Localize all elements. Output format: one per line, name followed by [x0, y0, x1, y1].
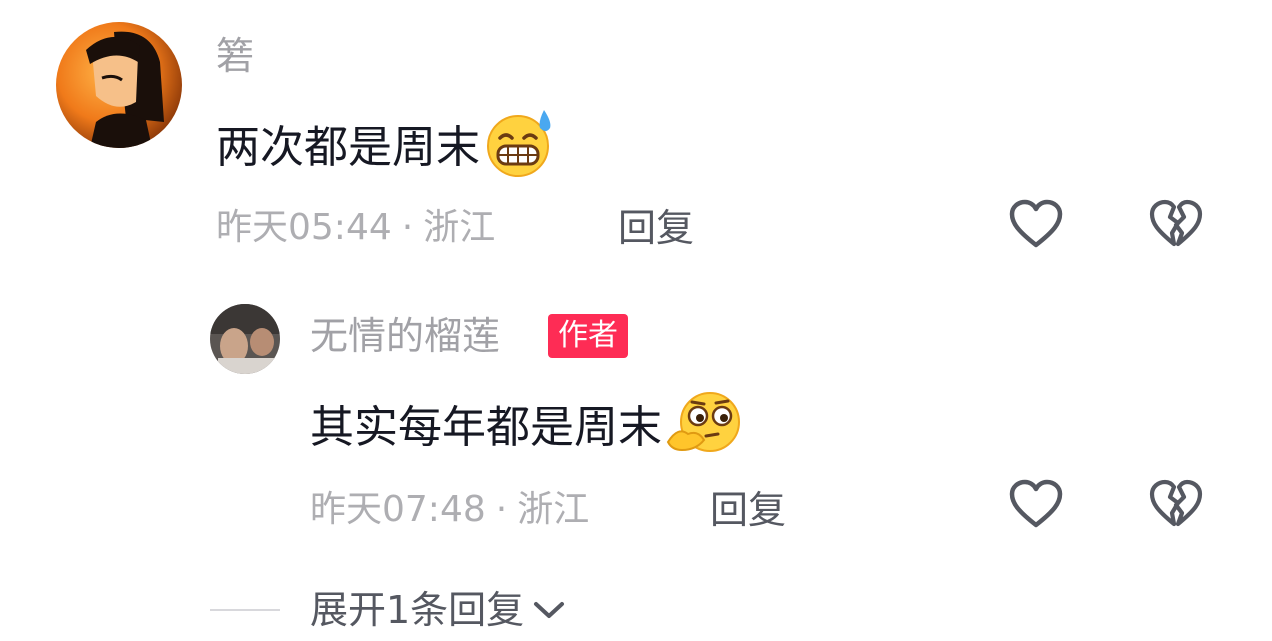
reply-text: 其实每年都是周末 [310, 402, 662, 453]
reply-username[interactable]: 无情的榴莲 [310, 314, 500, 358]
chevron-down-icon [532, 599, 566, 621]
heart-outline-icon [1008, 479, 1064, 533]
reply-time: 昨天07:48 [310, 489, 486, 530]
reply-avatar[interactable] [210, 304, 280, 374]
divider-line [210, 609, 280, 611]
comment-meta: 昨天05:44 · 浙江 [216, 206, 495, 250]
comment-text: 两次都是周末 [216, 122, 480, 173]
thinking-emoji [664, 390, 746, 470]
author-badge: 作者 [548, 314, 628, 358]
comment-username[interactable]: 箬 [216, 34, 254, 78]
reply-text-row: 其实每年都是周末 [310, 390, 746, 470]
reply-reply-button[interactable]: 回复 [710, 488, 786, 532]
like-button[interactable] [1006, 196, 1066, 256]
avatar[interactable] [56, 22, 182, 148]
reply-dislike-button[interactable] [1146, 476, 1206, 536]
dislike-button[interactable] [1146, 196, 1206, 256]
reply-like-button[interactable] [1006, 476, 1066, 536]
comment-time: 昨天05:44 [216, 207, 392, 248]
meta-separator: · [495, 489, 508, 530]
expand-replies-label: 展开1条回复 [310, 588, 525, 632]
reply-meta: 昨天07:48 · 浙江 [310, 488, 589, 532]
broken-heart-icon [1148, 199, 1204, 253]
broken-heart-icon [1148, 479, 1204, 533]
reply-button[interactable]: 回复 [618, 206, 694, 250]
heart-outline-icon [1008, 199, 1064, 253]
comment-text-row: 两次都是周末 [216, 108, 556, 192]
meta-separator: · [401, 207, 414, 248]
grimace-sweat-emoji [482, 108, 556, 192]
comment-location: 浙江 [423, 207, 496, 248]
expand-replies-button[interactable]: 展开1条回复 [310, 588, 566, 632]
reply-location: 浙江 [517, 489, 590, 530]
